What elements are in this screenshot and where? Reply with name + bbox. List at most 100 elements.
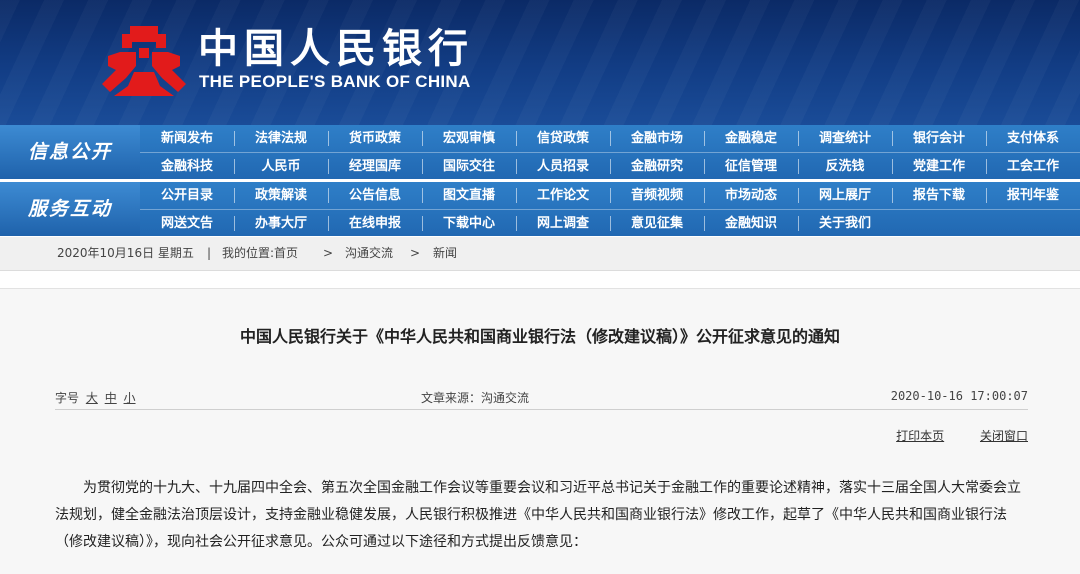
nav-divider — [234, 216, 235, 231]
nav-item[interactable]: 关于我们 — [798, 210, 892, 237]
nav-divider — [516, 159, 517, 174]
nav-item[interactable]: 人员招录 — [516, 153, 610, 180]
nav-row: 新闻发布 法律法规 货币政策 宏观审慎 信贷政策 金融市场 金融稳定 调查统计 银行会计 支付体系 — [140, 125, 1080, 152]
site-title-en[interactable]: THE PEOPLE'S BANK OF CHINA — [199, 72, 471, 92]
nav-divider — [328, 216, 329, 231]
nav-divider — [986, 131, 987, 146]
nav-divider — [422, 188, 423, 203]
nav-divider — [798, 216, 799, 231]
nav-divider — [516, 131, 517, 146]
nav-item[interactable]: 金融科技 — [140, 153, 234, 180]
nav-section-label: 信息公开 — [0, 125, 140, 179]
nav-item[interactable]: 支付体系 — [986, 125, 1080, 152]
nav-item[interactable]: 银行会计 — [892, 125, 986, 152]
nav-divider — [328, 188, 329, 203]
nav-section-info: 信息公开 新闻发布 法律法规 货币政策 宏观审慎 信贷政策 金融市场 金融稳定 调查统计 银行会… — [0, 125, 1080, 179]
nav-item[interactable]: 工会工作 — [986, 153, 1080, 180]
nav-item[interactable]: 下载中心 — [422, 210, 516, 237]
article-meta: 字号 大 中 小 文章来源：沟通交流 2020-10-16 17:00:07 — [55, 383, 1028, 410]
nav-divider — [516, 188, 517, 203]
breadcrumb: 2020年10月16日 星期五 | 我的位置:首页 > 沟通交流 > 新闻 — [0, 237, 1080, 271]
font-large-link[interactable]: 大 — [86, 391, 98, 405]
font-medium-link[interactable]: 中 — [105, 391, 117, 405]
nav-item[interactable]: 网送文告 — [140, 210, 234, 237]
nav-item[interactable]: 图文直播 — [422, 182, 516, 209]
nav-item[interactable]: 信贷政策 — [516, 125, 610, 152]
nav-item[interactable]: 网上调查 — [516, 210, 610, 237]
nav-row: 公开目录 政策解读 公告信息 图文直播 工作论文 音频视频 市场动态 网上展厅 报告下载 报刊年鉴 — [140, 182, 1080, 209]
print-page-link[interactable]: 打印本页 — [896, 429, 944, 443]
nav-divider — [610, 188, 611, 203]
nav-item[interactable]: 政策解读 — [234, 182, 328, 209]
main-nav: 信息公开 新闻发布 法律法规 货币政策 宏观审慎 信贷政策 金融市场 金融稳定 调查统计 银行会… — [0, 125, 1080, 237]
nav-divider — [610, 131, 611, 146]
nav-item[interactable]: 工作论文 — [516, 182, 610, 209]
nav-divider — [892, 131, 893, 146]
nav-divider — [704, 159, 705, 174]
nav-item[interactable]: 金融知识 — [704, 210, 798, 237]
nav-item[interactable]: 国际交往 — [422, 153, 516, 180]
article-body: 为贯彻党的十九大、十九届四中全会、第五次全国金融工作会议等重要会议和习近平总书记… — [55, 480, 1021, 550]
nav-divider — [704, 216, 705, 231]
breadcrumb-home-link[interactable]: 我的位置:首页 — [222, 237, 298, 270]
nav-divider — [704, 131, 705, 146]
nav-item[interactable]: 报告下载 — [892, 182, 986, 209]
nav-item[interactable]: 市场动态 — [704, 182, 798, 209]
article-datetime: 2020-10-16 17:00:07 — [890, 389, 1028, 403]
article-source: 文章来源：沟通交流 — [421, 391, 530, 405]
font-size-control: 字号 大 中 小 — [55, 389, 136, 406]
nav-item[interactable]: 办事大厅 — [234, 210, 328, 237]
nav-item[interactable]: 党建工作 — [892, 153, 986, 180]
close-window-link[interactable]: 关闭窗口 — [980, 429, 1028, 443]
font-size-label: 字号 — [55, 391, 80, 405]
nav-divider — [234, 131, 235, 146]
nav-row: 金融科技 人民币 经理国库 国际交往 人员招录 金融研究 征信管理 反洗钱 党建工作 工会工作 — [140, 152, 1080, 180]
font-small-link[interactable]: 小 — [124, 391, 136, 405]
article: 中国人民银行关于《中华人民共和国商业银行法（修改建议稿）》公开征求意见的通知 字… — [0, 288, 1080, 574]
nav-item[interactable]: 金融研究 — [610, 153, 704, 180]
nav-section-label: 服务互动 — [0, 182, 140, 236]
nav-divider — [516, 216, 517, 231]
nav-item[interactable]: 公告信息 — [328, 182, 422, 209]
nav-divider — [986, 188, 987, 203]
nav-item[interactable]: 网上展厅 — [798, 182, 892, 209]
nav-divider — [798, 159, 799, 174]
nav-item[interactable]: 经理国库 — [328, 153, 422, 180]
nav-divider — [422, 159, 423, 174]
nav-divider — [610, 216, 611, 231]
nav-divider — [892, 159, 893, 174]
nav-item[interactable]: 征信管理 — [704, 153, 798, 180]
nav-item[interactable]: 公开目录 — [140, 182, 234, 209]
nav-item[interactable]: 意见征集 — [610, 210, 704, 237]
breadcrumb-link-news[interactable]: 新闻 — [433, 237, 457, 270]
nav-row: 网送文告 办事大厅 在线申报 下载中心 网上调查 意见征集 金融知识 关于我们 — [140, 209, 1080, 237]
nav-item[interactable]: 法律法规 — [234, 125, 328, 152]
breadcrumb-separator: | — [207, 246, 212, 260]
nav-divider — [328, 131, 329, 146]
nav-divider — [610, 159, 611, 174]
nav-item[interactable]: 音频视频 — [610, 182, 704, 209]
breadcrumb-link-communication[interactable]: 沟通交流 — [345, 237, 393, 270]
nav-divider — [798, 131, 799, 146]
site-title-cn[interactable]: 中国人民银行 — [198, 26, 474, 72]
article-actions: 打印本页 关闭窗口 — [864, 427, 1028, 444]
nav-divider — [422, 131, 423, 146]
nav-item[interactable]: 调查统计 — [798, 125, 892, 152]
nav-item[interactable]: 在线申报 — [328, 210, 422, 237]
nav-item[interactable]: 新闻发布 — [140, 125, 234, 152]
nav-item[interactable]: 反洗钱 — [798, 153, 892, 180]
nav-divider — [986, 159, 987, 174]
nav-item[interactable]: 货币政策 — [328, 125, 422, 152]
nav-item[interactable]: 宏观审慎 — [422, 125, 516, 152]
site-header: 中国人民银行 THE PEOPLE'S BANK OF CHINA — [0, 0, 1080, 125]
nav-divider — [328, 159, 329, 174]
chevron-right-icon: > — [410, 246, 421, 260]
nav-section-service: 服务互动 公开目录 政策解读 公告信息 图文直播 工作论文 音频视频 市场动态 网上展厅 报告下… — [0, 182, 1080, 236]
nav-item[interactable]: 金融稳定 — [704, 125, 798, 152]
pboc-logo-icon[interactable] — [100, 22, 188, 100]
nav-item[interactable]: 金融市场 — [610, 125, 704, 152]
nav-item[interactable]: 报刊年鉴 — [986, 182, 1080, 209]
nav-divider — [704, 188, 705, 203]
nav-item[interactable]: 人民币 — [234, 153, 328, 180]
chevron-right-icon: > — [323, 246, 334, 260]
